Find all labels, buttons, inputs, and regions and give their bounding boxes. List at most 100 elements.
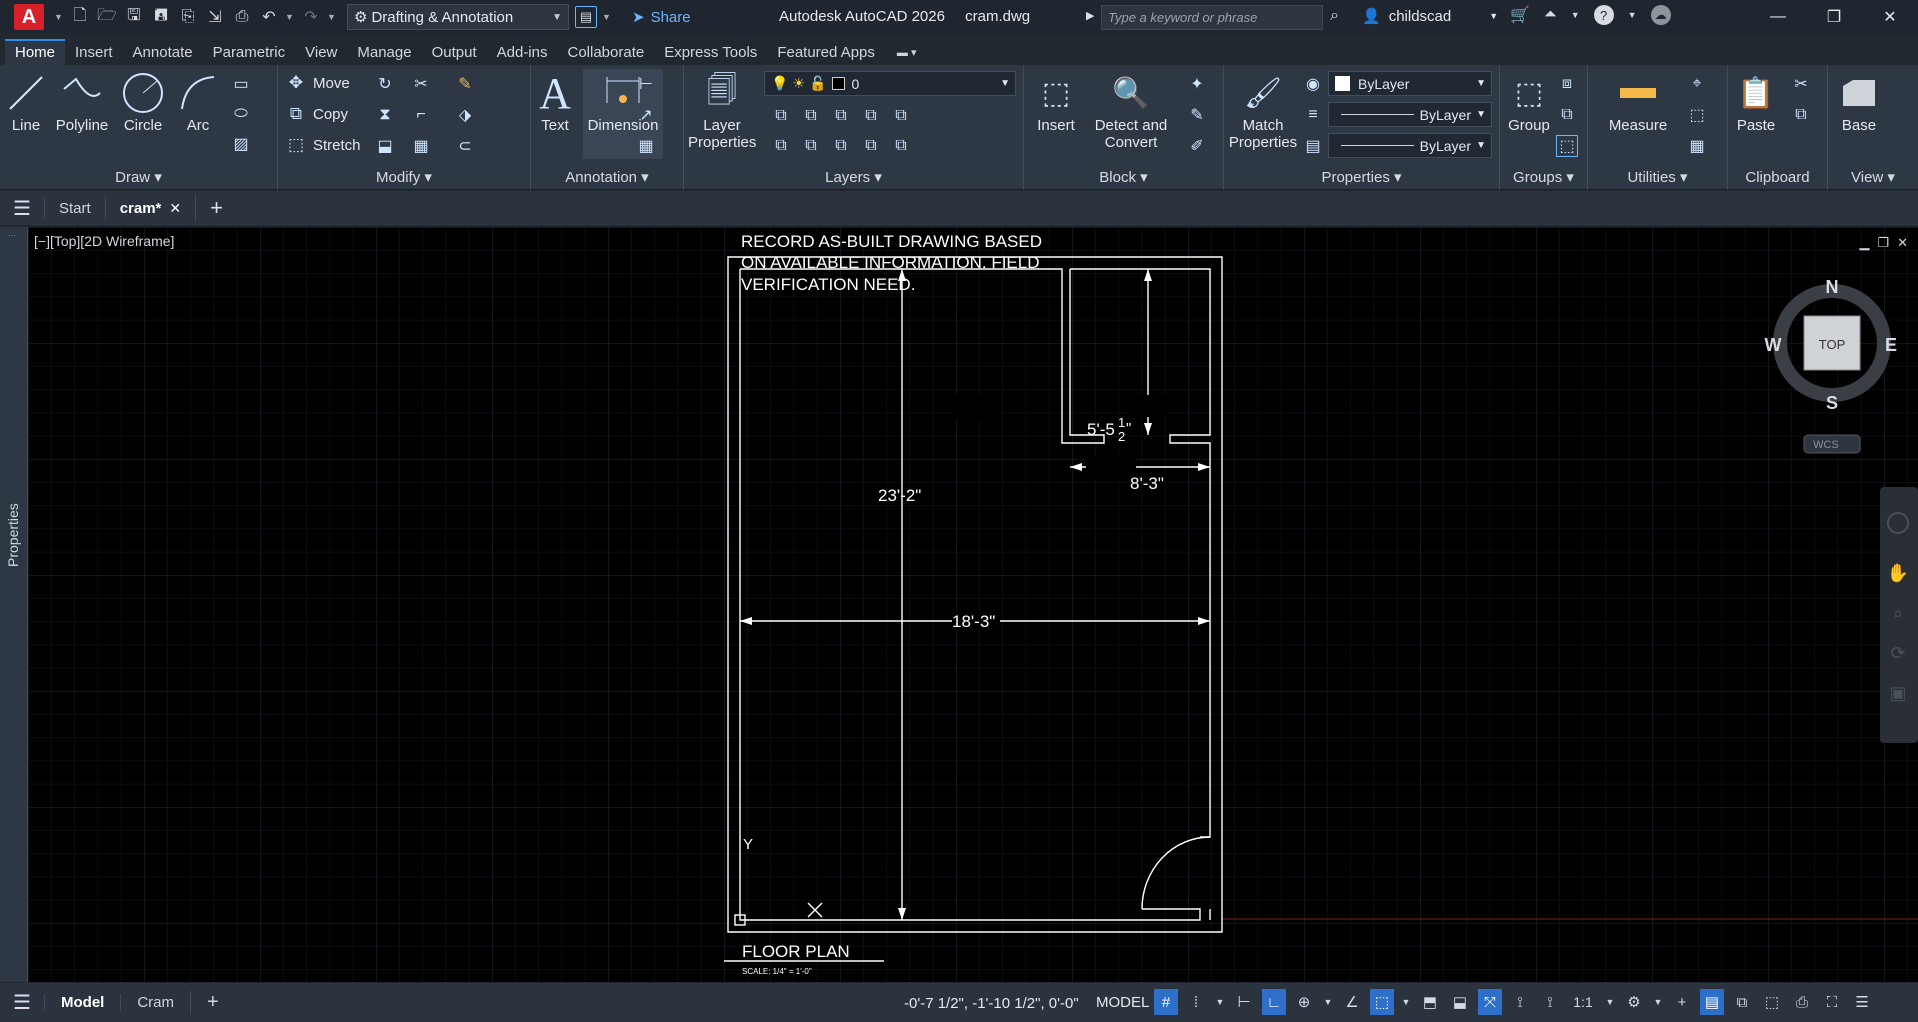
- chevron-down-icon[interactable]: ▼: [1571, 10, 1580, 20]
- group-select-icon[interactable]: ⬚: [1556, 135, 1578, 157]
- match-properties-button[interactable]: 🖌 Match Properties: [1228, 69, 1298, 152]
- calculator-icon[interactable]: ▦: [1686, 135, 1708, 157]
- panel-title-utilities[interactable]: Utilities ▾: [1588, 168, 1727, 186]
- share-drawing-icon[interactable]: ⎘: [177, 6, 199, 28]
- object-snap-tracking-icon[interactable]: ⬚: [1370, 989, 1394, 1015]
- pan-icon[interactable]: ✋: [1887, 562, 1909, 583]
- new-file-icon[interactable]: 🗋: [69, 6, 91, 28]
- annotation-visibility-icon[interactable]: ⟟: [1508, 989, 1532, 1015]
- layer-tool-icon[interactable]: ⧉: [860, 135, 882, 157]
- layer-tool-icon[interactable]: ⧉: [800, 135, 822, 157]
- layer-tool-icon[interactable]: ⧉: [770, 105, 792, 127]
- model-space-button[interactable]: MODEL: [1096, 994, 1149, 1011]
- leader-icon[interactable]: ↗: [635, 104, 657, 126]
- paste-button[interactable]: 📋 Paste: [1728, 69, 1784, 135]
- explode-icon[interactable]: ⬗: [454, 104, 476, 126]
- table-icon[interactable]: ▦: [635, 135, 657, 157]
- navigation-bar[interactable]: ✋ ⌕ ⟳ ▣: [1880, 487, 1918, 743]
- ungroup-icon[interactable]: ⧈: [1556, 73, 1578, 95]
- isodraft-icon[interactable]: ∠: [1340, 989, 1364, 1015]
- snap-icon[interactable]: ⁞: [1184, 989, 1208, 1015]
- hardware-acceleration-icon[interactable]: ⎙: [1790, 989, 1814, 1015]
- cart-icon[interactable]: 🛒: [1510, 5, 1530, 25]
- save-as-icon[interactable]: 🖪: [150, 6, 172, 28]
- layer-properties-button[interactable]: 🗐 Layer Properties: [688, 69, 756, 152]
- tab-annotate[interactable]: Annotate: [123, 40, 203, 65]
- save-icon[interactable]: 🖫: [123, 6, 145, 28]
- minimize-icon[interactable]: —: [1750, 0, 1806, 34]
- tab-start[interactable]: Start: [44, 197, 105, 219]
- customization-icon[interactable]: ☰: [1850, 989, 1874, 1015]
- panel-title-view[interactable]: View ▾: [1828, 168, 1918, 186]
- tab-view[interactable]: View: [295, 40, 347, 65]
- fillet-icon[interactable]: ⌐: [410, 104, 432, 126]
- layer-tool-icon[interactable]: ⧉: [830, 135, 852, 157]
- tab-home[interactable]: Home: [5, 39, 66, 65]
- autocad-logo[interactable]: A: [14, 4, 44, 30]
- drawing-svg[interactable]: RECORD AS-BUILT DRAWING BASED ON AVAILAB…: [0, 227, 1918, 982]
- offset-icon[interactable]: ⊂: [454, 135, 476, 157]
- redo-icon[interactable]: ↷: [300, 6, 322, 28]
- base-view-button[interactable]: Base: [1834, 69, 1884, 134]
- move-button[interactable]: ✥ Move: [286, 73, 350, 93]
- tab-output[interactable]: Output: [422, 40, 487, 65]
- new-layout-icon[interactable]: +: [190, 991, 235, 1014]
- trim-icon[interactable]: ✂: [410, 73, 432, 95]
- chevron-down-icon[interactable]: ▼: [1652, 989, 1664, 1015]
- search-icon[interactable]: ⌕: [1330, 7, 1339, 25]
- copy-clip-icon[interactable]: ⧉: [1790, 104, 1812, 126]
- color-wheel-icon[interactable]: ◉: [1302, 73, 1324, 95]
- ortho-icon[interactable]: ∟: [1262, 989, 1286, 1015]
- search-input[interactable]: Type a keyword or phrase: [1101, 5, 1323, 30]
- units-icon[interactable]: ▤: [1700, 989, 1724, 1015]
- properties-palette-strip[interactable]: ⋯ Properties: [0, 227, 28, 982]
- redo-dropdown-icon[interactable]: ▼: [327, 12, 337, 22]
- panel-title-groups[interactable]: Groups ▾: [1500, 168, 1587, 186]
- compass-north[interactable]: N: [1826, 277, 1839, 297]
- tab-layout-cram[interactable]: Cram: [120, 994, 190, 1011]
- clean-screen-icon[interactable]: ⛶: [1820, 989, 1844, 1015]
- tab-express-tools[interactable]: Express Tools: [654, 40, 767, 65]
- help-icon[interactable]: ?: [1593, 5, 1614, 25]
- new-tab-icon[interactable]: +: [195, 195, 237, 221]
- viewport-close-icon[interactable]: ✕: [1897, 235, 1908, 251]
- rotate-icon[interactable]: ↻: [374, 73, 396, 95]
- id-point-icon[interactable]: ⌖: [1686, 73, 1708, 95]
- layer-tool-icon[interactable]: ⧉: [830, 105, 852, 127]
- drawing-canvas[interactable]: RECORD AS-BUILT DRAWING BASED ON AVAILAB…: [0, 227, 1918, 982]
- insert-button[interactable]: ⬚ Insert: [1028, 69, 1084, 135]
- grip-icon[interactable]: ⋯: [8, 231, 16, 240]
- expand-arrow-icon[interactable]: ▶: [1086, 9, 1094, 22]
- edit-attributes-icon[interactable]: ✐: [1186, 135, 1208, 157]
- orbit-icon[interactable]: ⟳: [1890, 643, 1905, 663]
- tab-cram[interactable]: cram* ✕: [104, 197, 195, 219]
- tab-add-ins[interactable]: Add-ins: [487, 40, 558, 65]
- zoom-icon[interactable]: ⌕: [1893, 603, 1903, 623]
- quick-select-icon[interactable]: ⬚: [1686, 104, 1708, 126]
- polyline-button[interactable]: Polyline: [52, 69, 112, 134]
- lineweight-select[interactable]: ByLayer ▼: [1328, 133, 1492, 158]
- array-icon[interactable]: ▦: [410, 135, 432, 157]
- tab-featured-apps[interactable]: Featured Apps: [767, 40, 885, 65]
- panel-title-clipboard[interactable]: Clipboard: [1728, 169, 1827, 186]
- tab-manage[interactable]: Manage: [347, 40, 421, 65]
- stretch-button[interactable]: ⬚ Stretch: [286, 135, 361, 155]
- create-block-icon[interactable]: ✦: [1186, 73, 1208, 95]
- chevron-down-icon[interactable]: ▼: [1214, 989, 1226, 1015]
- tab-insert[interactable]: Insert: [65, 40, 123, 65]
- panel-title-annotation[interactable]: Annotation ▾: [531, 168, 683, 186]
- restore-icon[interactable]: ❐: [1806, 0, 1862, 34]
- copy-button[interactable]: ⧉ Copy: [286, 104, 348, 124]
- cut-icon[interactable]: ✂: [1790, 73, 1812, 95]
- detect-convert-button[interactable]: 🔍 Detect and Convert: [1088, 69, 1174, 152]
- selection-cycling-icon[interactable]: ⤧: [1478, 989, 1502, 1015]
- layer-select[interactable]: 💡 ☀ 🔓 0 ▼: [764, 71, 1016, 96]
- chevron-down-icon[interactable]: ▼: [1628, 10, 1637, 20]
- viewport-controls-label[interactable]: [−][Top][2D Wireframe]: [34, 233, 174, 249]
- quick-properties-icon[interactable]: ⧉: [1730, 989, 1754, 1015]
- compass-east[interactable]: E: [1885, 335, 1897, 355]
- app-menu-dropdown-icon[interactable]: ▼: [54, 12, 64, 22]
- transparency-icon[interactable]: ▤: [1302, 135, 1324, 157]
- arc-button[interactable]: Arc: [176, 69, 220, 134]
- properties-palette-label[interactable]: Properties: [5, 503, 21, 567]
